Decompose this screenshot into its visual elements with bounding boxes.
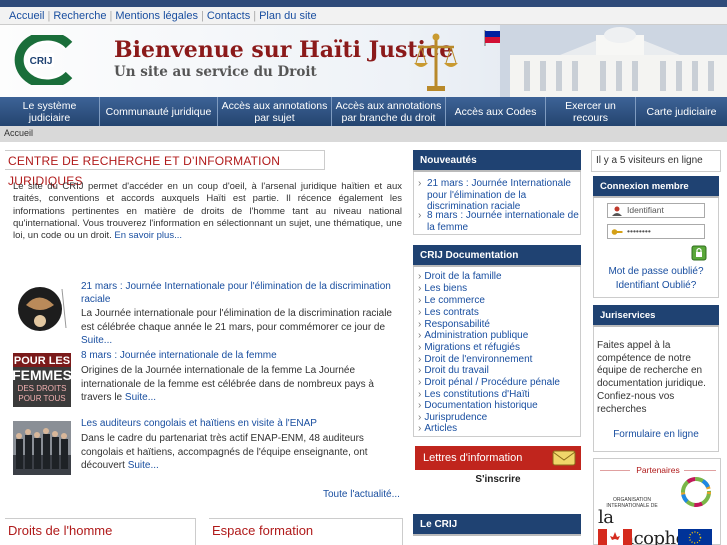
juriservices-header: Juriservices [593, 305, 719, 327]
forgot-username-link[interactable]: Identifiant Oublié? [593, 280, 719, 291]
online-form-link[interactable]: Formulaire en ligne [593, 429, 719, 440]
doc-link-travail[interactable]: Droit du travail [418, 365, 488, 377]
news-panel: 21 mars : Journée Internationale pour l'… [413, 172, 581, 235]
password-field[interactable]: •••••••• [607, 224, 705, 239]
envelope-icon [552, 450, 576, 466]
news-item: Les auditeurs congolais et haïtiens en v… [13, 418, 402, 480]
canada-flag-icon[interactable] [598, 529, 632, 545]
eu-flag-icon[interactable] [678, 529, 712, 545]
top-link-accueil[interactable]: Accueil [6, 10, 47, 22]
nav-annotations-branche[interactable]: Accès aux annotations par branche du dro… [332, 97, 446, 126]
breadcrumb[interactable]: Accueil [4, 128, 33, 138]
page-title: CENTRE DE RECHERCHE ET D’INFORMATION JUR… [5, 150, 325, 188]
subscribe-link[interactable]: S'inscrire [415, 474, 581, 485]
visitors-count: Il y a 5 visiteurs en ligne [591, 150, 721, 172]
svg-text:FEMMES: FEMMES [13, 367, 71, 383]
all-news-link[interactable]: Toute l'actualité... [323, 489, 400, 500]
nav-exercer-recours[interactable]: Exercer un recours [546, 97, 636, 126]
news-thumb-enap[interactable] [13, 421, 71, 475]
nav-communaute-juridique[interactable]: Communauté juridique [100, 97, 218, 126]
breadcrumb-bar: Accueil [0, 126, 727, 142]
juriservices-text: Faites appel à la compétence de notre éq… [597, 340, 706, 415]
doc-link-contrats[interactable]: Les contrats [418, 307, 478, 319]
top-links: Accueil | Recherche | Mentions légales | Co… [0, 7, 727, 25]
top-link-plan[interactable]: Plan du site [256, 10, 319, 22]
doc-link-famille[interactable]: Droit de la famille [418, 271, 501, 283]
read-more-link[interactable]: En savoir plus... [114, 230, 182, 241]
svg-text:DES DROITS: DES DROITS [18, 384, 67, 393]
news-title-3[interactable]: Les auditeurs congolais et haïtiens en v… [81, 418, 401, 431]
doc-link-biens[interactable]: Les biens [418, 283, 467, 295]
svg-text:POUR LES: POUR LES [14, 355, 70, 367]
site-subtitle: Un site au service du Droit [114, 64, 317, 80]
news-body-3: Dans le cadre du partenariat très actif … [81, 433, 368, 471]
news-more-1[interactable]: Suite... [81, 335, 112, 346]
training-title[interactable]: Espace formation [212, 523, 313, 538]
news-text-3: Dans le cadre du partenariat très actif … [81, 432, 401, 473]
top-bar [0, 0, 727, 7]
francophonie-logo-icon[interactable] [680, 476, 712, 508]
doc-link-administration[interactable]: Administration publique [418, 330, 528, 342]
training-section: Espace formation [209, 518, 403, 545]
human-rights-section: Droits de l'homme [5, 518, 196, 545]
partners-panel: Partenaires ORGANISATION INTERNATIONALE … [593, 458, 721, 545]
human-rights-title[interactable]: Droits de l'homme [8, 523, 112, 538]
doc-link-articles[interactable]: Articles [418, 423, 457, 435]
doc-link-commerce[interactable]: Le commerce [418, 295, 485, 307]
news-title-1[interactable]: 21 mars : Journée Internationale pour l'… [81, 281, 401, 306]
logo-text: CRIJ [30, 56, 53, 67]
doc-link-migrations[interactable]: Migrations et réfugiés [418, 342, 520, 354]
news-title-2[interactable]: 8 mars : Journée internationale de la fe… [81, 350, 401, 363]
site-header: CRIJ Bienvenue sur Haïti Justice Un site… [0, 25, 727, 97]
news-item: POUR LES FEMMES DES DROITS POUR TOUS 8 m… [13, 350, 402, 412]
key-icon [611, 229, 623, 235]
news-item: 21 mars : Journée Internationale pour l'… [13, 281, 402, 346]
news-more-3[interactable]: Suite... [128, 460, 159, 471]
doc-link-environnement[interactable]: Droit de l'environnement [418, 354, 532, 366]
forgot-password-link[interactable]: Mot de passe oublié? [593, 266, 719, 277]
nav-annotations-sujet[interactable]: Accès aux annotations par sujet [218, 97, 332, 126]
user-icon [612, 206, 622, 216]
main-nav: Le système judiciaire Communauté juridiq… [0, 97, 727, 126]
news-text-1: La Journée internationale pour l'élimina… [81, 307, 401, 348]
login-panel-header: Connexion membre [593, 176, 719, 198]
password-mask: •••••••• [627, 226, 651, 236]
scales-of-justice-icon [414, 33, 458, 91]
news-more-2[interactable]: Suite... [125, 392, 156, 403]
documentation-panel-header: CRIJ Documentation [413, 245, 581, 267]
username-placeholder: Identifiant [627, 205, 664, 215]
news-body-1: La Journée internationale pour l'élimina… [81, 308, 392, 333]
doc-link-penal[interactable]: Droit pénal / Procédure pénale [418, 377, 560, 389]
nav-acces-codes[interactable]: Accès aux Codes [446, 97, 546, 126]
login-submit-button[interactable] [691, 245, 707, 261]
news-panel-header: Nouveautés [413, 150, 581, 172]
crij-logo[interactable]: CRIJ [11, 35, 77, 85]
site-title: Bienvenue sur Haïti Justice [114, 37, 454, 63]
news-list-item[interactable]: 21 mars : Journée Internationale pour l'… [418, 178, 580, 213]
news-thumb-racism[interactable] [13, 284, 71, 338]
doc-link-responsabilite[interactable]: Responsabilité [418, 319, 490, 331]
top-link-contacts[interactable]: Contacts [204, 10, 253, 22]
top-link-mentions[interactable]: Mentions légales [112, 10, 201, 22]
news-text-2: Origines de la Journée internationale de… [81, 364, 401, 405]
main-content: CENTRE DE RECHERCHE ET D’INFORMATION JUR… [5, 150, 403, 540]
intro-text: Le site du CRIJ permet d'accéder en un c… [13, 181, 402, 242]
username-field[interactable]: Identifiant [607, 203, 705, 218]
news-thumb-women[interactable]: POUR LES FEMMES DES DROITS POUR TOUS [13, 353, 71, 407]
doc-link-constitutions[interactable]: Les constitutions d'Haïti [418, 389, 529, 401]
top-link-recherche[interactable]: Recherche [50, 10, 109, 22]
crij-panel-header: Le CRIJ [413, 514, 581, 536]
doc-link-jurisprudence[interactable]: Jurisprudence [418, 412, 487, 424]
doc-link-historique[interactable]: Documentation historique [418, 400, 537, 412]
news-list-item[interactable]: 8 mars : Journée internationale de la fe… [418, 210, 580, 233]
nav-systeme-judiciaire[interactable]: Le système judiciaire [0, 97, 100, 126]
svg-text:POUR TOUS: POUR TOUS [18, 394, 65, 403]
national-palace-image [500, 25, 727, 97]
documentation-panel: Droit de la famille Les biens Le commerc… [413, 267, 581, 437]
nav-carte-judiciaire[interactable]: Carte judiciaire [636, 97, 727, 126]
intro-paragraph: Le site du CRIJ permet d'accéder en un c… [13, 181, 402, 242]
